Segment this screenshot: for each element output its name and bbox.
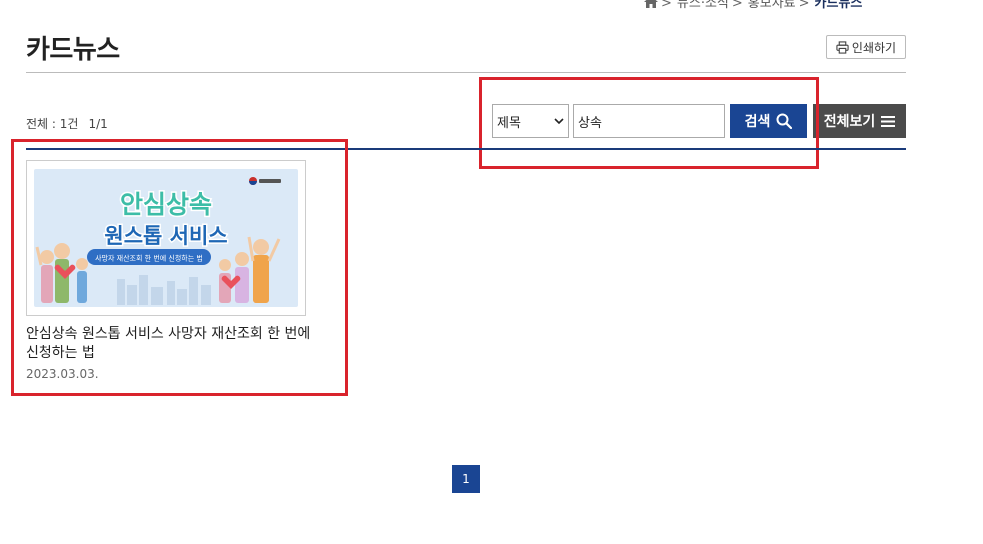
- home-icon[interactable]: [644, 0, 658, 8]
- breadcrumb-current: 카드뉴스: [814, 0, 863, 11]
- print-button[interactable]: 인쇄하기: [826, 35, 906, 59]
- breadcrumb-separator: >: [798, 0, 810, 11]
- view-all-button-label: 전체보기: [823, 114, 876, 130]
- breadcrumb: > 뉴스·소식 > 홍보자료 > 카드뉴스: [644, 0, 862, 11]
- title-divider: [26, 72, 906, 73]
- breadcrumb-separator: >: [661, 0, 672, 11]
- print-button-label: 인쇄하기: [851, 40, 897, 55]
- total-count: 전체 : 1건: [26, 117, 79, 131]
- breadcrumb-item-pr[interactable]: 홍보자료: [748, 0, 796, 11]
- breadcrumb-separator: >: [731, 0, 743, 11]
- page-title: 카드뉴스: [26, 35, 120, 65]
- card-highlight: [11, 139, 348, 396]
- list-count-info: 전체 : 1건 1/1: [26, 115, 108, 132]
- search-area-highlight: [479, 77, 819, 169]
- printer-icon: [836, 40, 849, 54]
- menu-icon: [881, 115, 896, 127]
- pagination-page-1[interactable]: 1: [452, 465, 480, 493]
- page-count: 1/1: [88, 117, 108, 131]
- breadcrumb-item-news[interactable]: 뉴스·소식: [677, 0, 729, 11]
- view-all-button[interactable]: 전체보기: [813, 104, 906, 138]
